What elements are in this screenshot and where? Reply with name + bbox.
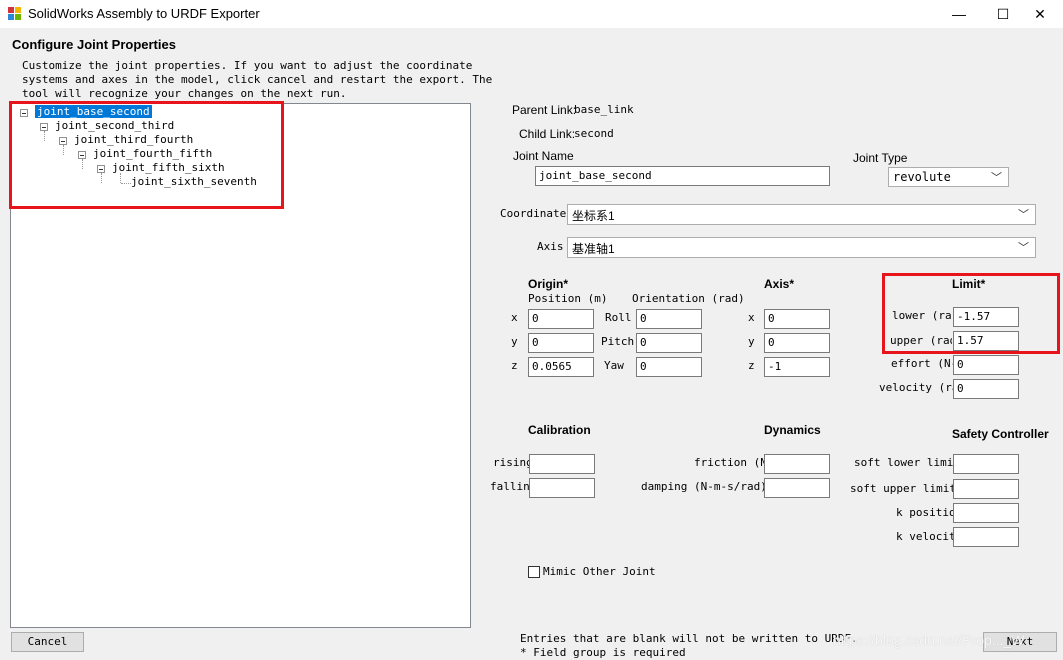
pitch-input[interactable]: 0 bbox=[636, 333, 702, 353]
axis-x-label: x bbox=[748, 311, 755, 324]
soft-upper-limit-label: soft upper limit bbox=[850, 482, 956, 495]
joint-name-input[interactable]: joint_base_second bbox=[535, 166, 830, 186]
soft-upper-limit-input[interactable] bbox=[953, 479, 1019, 499]
k-velocity-input[interactable] bbox=[953, 527, 1019, 547]
yaw-input[interactable]: 0 bbox=[636, 357, 702, 377]
axis-x-input[interactable]: 0 bbox=[764, 309, 830, 329]
child-link-label: Child Link: bbox=[519, 127, 576, 141]
pitch-label: Pitch bbox=[601, 335, 635, 348]
falling-label: falling bbox=[490, 480, 529, 493]
roll-input[interactable]: 0 bbox=[636, 309, 702, 329]
axis-z-input[interactable]: -1 bbox=[764, 357, 830, 377]
joint-type-value: revolute bbox=[893, 170, 951, 184]
velocity-input[interactable]: 0 bbox=[953, 379, 1019, 399]
parent-link-label: Parent Link: bbox=[512, 103, 577, 117]
safety-controller-title: Safety Controller bbox=[952, 427, 1049, 441]
soft-lower-limit-label: soft lower limit bbox=[854, 456, 960, 469]
falling-input[interactable] bbox=[529, 478, 595, 498]
maximize-icon: ☐ bbox=[996, 5, 1010, 22]
description-line-2: systems and axes in the model, click can… bbox=[22, 73, 493, 86]
origin-z-label: z bbox=[511, 359, 518, 372]
dynamics-title: Dynamics bbox=[764, 423, 821, 437]
parent-link-value: base_link bbox=[574, 103, 634, 116]
annotation-box-tree bbox=[9, 101, 284, 209]
friction-input[interactable] bbox=[764, 454, 830, 474]
origin-x-label: x bbox=[511, 311, 518, 324]
axis-y-label: y bbox=[748, 335, 755, 348]
description-line-3: tool will recognize your changes on the … bbox=[22, 87, 347, 100]
close-icon: ✕ bbox=[1034, 5, 1046, 22]
required-note: * Field group is required bbox=[520, 646, 686, 659]
friction-label: friction (N- bbox=[694, 456, 764, 469]
origin-y-label: y bbox=[511, 335, 518, 348]
window-title: SolidWorks Assembly to URDF Exporter bbox=[28, 6, 260, 21]
effort-input[interactable]: 0 bbox=[953, 355, 1019, 375]
origin-z-input[interactable]: 0.0565 bbox=[528, 357, 594, 377]
orientation-label: Orientation (rad) bbox=[632, 292, 745, 305]
chevron-down-icon: ﹀ bbox=[1018, 242, 1029, 254]
soft-lower-limit-input[interactable] bbox=[953, 454, 1019, 474]
coordinates-label: Coordinates bbox=[500, 207, 573, 220]
cancel-button[interactable]: Cancel bbox=[11, 632, 84, 652]
watermark-text: https://blog.csdn.net/Prop..._W bbox=[833, 632, 1025, 648]
page-title: Configure Joint Properties bbox=[12, 37, 176, 52]
effort-label: effort (N-m bbox=[891, 357, 953, 370]
origin-title: Origin* bbox=[528, 277, 569, 291]
axis-z-label: z bbox=[748, 359, 755, 372]
k-velocity-label: k velocity bbox=[896, 530, 953, 543]
minimize-button[interactable]: — bbox=[936, 0, 982, 28]
rising-input[interactable] bbox=[529, 454, 595, 474]
roll-label: Roll bbox=[605, 311, 632, 324]
mimic-checkbox[interactable] bbox=[528, 566, 540, 578]
yaw-label: Yaw bbox=[604, 359, 624, 372]
axis-y-input[interactable]: 0 bbox=[764, 333, 830, 353]
coordinates-value: 坐标系1 bbox=[572, 209, 615, 223]
chevron-down-icon: ﹀ bbox=[991, 171, 1002, 184]
minimize-icon: — bbox=[952, 6, 966, 22]
joint-type-select[interactable]: revolute ﹀ bbox=[888, 167, 1009, 187]
footer-note: Entries that are blank will not be writt… bbox=[520, 632, 858, 645]
damping-input[interactable] bbox=[764, 478, 830, 498]
axis-select[interactable]: 基准轴1 ﹀ bbox=[567, 237, 1036, 258]
annotation-box-limit bbox=[882, 273, 1060, 354]
chevron-down-icon: ﹀ bbox=[1018, 209, 1029, 221]
axis-title: Axis* bbox=[764, 277, 795, 291]
k-position-label: k position bbox=[896, 506, 953, 519]
damping-label: damping (N-m-s/rad) bbox=[641, 480, 767, 493]
mimic-label: Mimic Other Joint bbox=[543, 565, 656, 578]
joint-type-label: Joint Type bbox=[853, 151, 908, 165]
position-label: Position (m) bbox=[528, 292, 608, 305]
joint-name-label: Joint Name bbox=[513, 149, 574, 163]
coordinates-select[interactable]: 坐标系1 ﹀ bbox=[567, 204, 1036, 225]
calibration-title: Calibration bbox=[528, 423, 591, 437]
child-link-value: second bbox=[574, 127, 614, 140]
axis-select-value: 基准轴1 bbox=[572, 242, 615, 256]
app-icon bbox=[8, 7, 22, 21]
close-button[interactable]: ✕ bbox=[1017, 0, 1063, 28]
velocity-label: velocity (ra bbox=[879, 381, 953, 394]
k-position-input[interactable] bbox=[953, 503, 1019, 523]
axis-select-label: Axis bbox=[537, 240, 564, 253]
origin-y-input[interactable]: 0 bbox=[528, 333, 594, 353]
rising-label: rising bbox=[493, 456, 529, 469]
description-line-1: Customize the joint properties. If you w… bbox=[22, 59, 473, 72]
origin-x-input[interactable]: 0 bbox=[528, 309, 594, 329]
